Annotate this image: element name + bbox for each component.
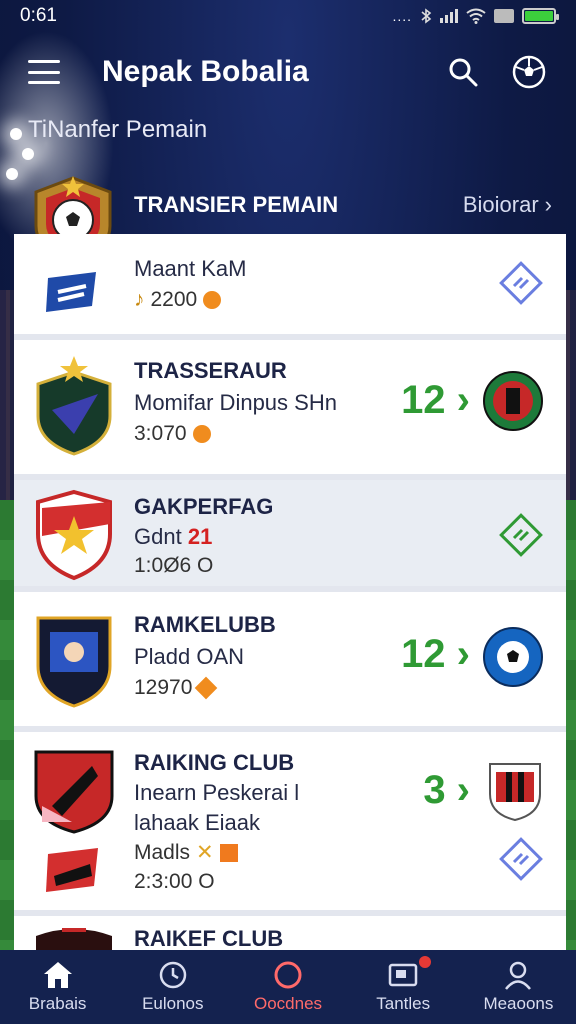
message-icon [388, 963, 418, 987]
coin-icon: ♪ [134, 288, 145, 311]
transfer-swap-icon[interactable] [498, 512, 544, 558]
transfer-club-name: TRASSERAUR [134, 358, 287, 383]
transfer-fee: 2:3:00 O [134, 870, 215, 893]
transfer-fee: 3:070 [134, 422, 211, 446]
status-bar: 0:61 .... [0, 0, 576, 32]
orange-diamond-icon [195, 676, 218, 700]
transfer-score: 12 › [401, 632, 470, 676]
transfer-club-name: RAMKELUBB [134, 612, 276, 637]
section-see-all-link[interactable]: Bioiorar › [463, 192, 552, 218]
transfer-highlight: 21 [187, 524, 213, 549]
user-icon [505, 961, 532, 990]
status-dots: .... [392, 8, 412, 24]
profile-button[interactable] [510, 53, 548, 91]
transfer-club-name: GAKPERFAG [134, 494, 274, 519]
bottom-navigation: Brabais Eulonos Oocdnes Tantles Meaoons [0, 950, 576, 1024]
nav-label: Brabais [28, 994, 87, 1013]
club-flag-icon [46, 272, 96, 312]
page-subtitle: TiNanfer Pemain [28, 116, 208, 143]
transfer-player-line: Pladd OAN [134, 644, 245, 669]
status-time: 0:61 [20, 5, 57, 26]
ball-profile-icon [512, 55, 546, 89]
nav-tab-home[interactable]: Brabais [0, 950, 115, 1024]
battery-icon [522, 8, 559, 24]
notification-badge [419, 956, 432, 968]
bluetooth-icon [421, 8, 432, 24]
club-crest-icon [34, 750, 114, 834]
transfer-score: 12 › [401, 378, 470, 422]
nav-tab-clock[interactable]: Eulonos [115, 950, 230, 1024]
wifi-icon [466, 8, 486, 24]
section-title: TRANSIER PEMAIN [134, 192, 339, 217]
transfer-card[interactable]: GAKPERFAG Gdnt 21 1:0Ø6 O [14, 480, 566, 592]
clock-icon [159, 961, 187, 989]
transfer-fee: 1:0Ø6 O [134, 554, 214, 577]
transfer-card[interactable]: TRASSERAUR Momifar Dinpus SHn 3:070 12 › [14, 340, 566, 480]
club-badge-icon[interactable] [482, 626, 544, 688]
signal-icon [440, 9, 458, 23]
transfer-card[interactable]: RAIKING CLUB Inearn Peskerai l lahaak Ei… [14, 732, 566, 916]
orange-badge-icon [192, 425, 211, 443]
home-icon [43, 962, 72, 988]
section-link-label: Bioiorar [462, 192, 539, 217]
club-badge-icon[interactable] [482, 370, 544, 432]
club-flag-icon [46, 848, 98, 892]
transfer-swap-icon[interactable] [498, 836, 544, 882]
menu-icon[interactable] [28, 60, 60, 84]
app-title: Nepak Bobalia [102, 55, 309, 88]
nav-label: Meaoons [483, 994, 554, 1013]
transfer-fee: ♪ 2200 [134, 288, 222, 312]
transfer-meta: Madls ✕ [134, 840, 238, 865]
orange-square-icon [219, 843, 238, 862]
ball-icon [274, 961, 302, 989]
club-crest-icon [36, 616, 112, 708]
transfer-player-line: Maant KaM [134, 256, 247, 281]
club-crest-icon [36, 356, 112, 456]
search-button[interactable] [444, 53, 482, 91]
nav-tab-ball[interactable]: Oocdnes [230, 950, 345, 1024]
transfer-player-line: Inearn Peskerai l [134, 780, 300, 805]
nav-label: Oocdnes [253, 994, 323, 1013]
nav-tab-messages[interactable]: Tantles [346, 950, 461, 1024]
cross-icon: ✕ [196, 841, 214, 864]
transfer-player-line: Gdnt 21 [134, 524, 213, 549]
nav-label: Tantles [376, 994, 431, 1013]
club-badge-icon[interactable] [486, 760, 544, 822]
transfer-list: Maant KaM ♪ 2200 TRASSERAUR Momifar Dinp… [14, 234, 566, 956]
transfer-fee: 12970 [134, 676, 218, 700]
storage-icon [494, 9, 514, 23]
transfer-card[interactable]: RAMKELUBB Pladd OAN 12970 12 › [14, 592, 566, 732]
orange-badge-icon [203, 291, 222, 309]
search-icon [449, 58, 478, 87]
nav-label: Eulonos [142, 994, 204, 1013]
transfer-swap-icon[interactable] [498, 260, 544, 306]
section-header: TRANSIER PEMAIN Bioiorar › [14, 176, 562, 264]
transfer-player-line-2: lahaak Eiaak [134, 810, 260, 835]
transfer-score: 3 › [423, 768, 470, 812]
transfer-club-name: RAIKING CLUB [134, 750, 295, 775]
nav-tab-profile[interactable]: Meaoons [461, 950, 576, 1024]
club-crest-icon [36, 489, 112, 581]
transfer-card[interactable]: Maant KaM ♪ 2200 [14, 234, 566, 340]
transfer-club-name: RAIKEF CLUB [134, 926, 284, 951]
app-bar: Nepak Bobalia [0, 44, 576, 100]
transfer-player-line: Momifar Dinpus SHn [134, 390, 337, 415]
chevron-right-icon: › [544, 192, 552, 217]
